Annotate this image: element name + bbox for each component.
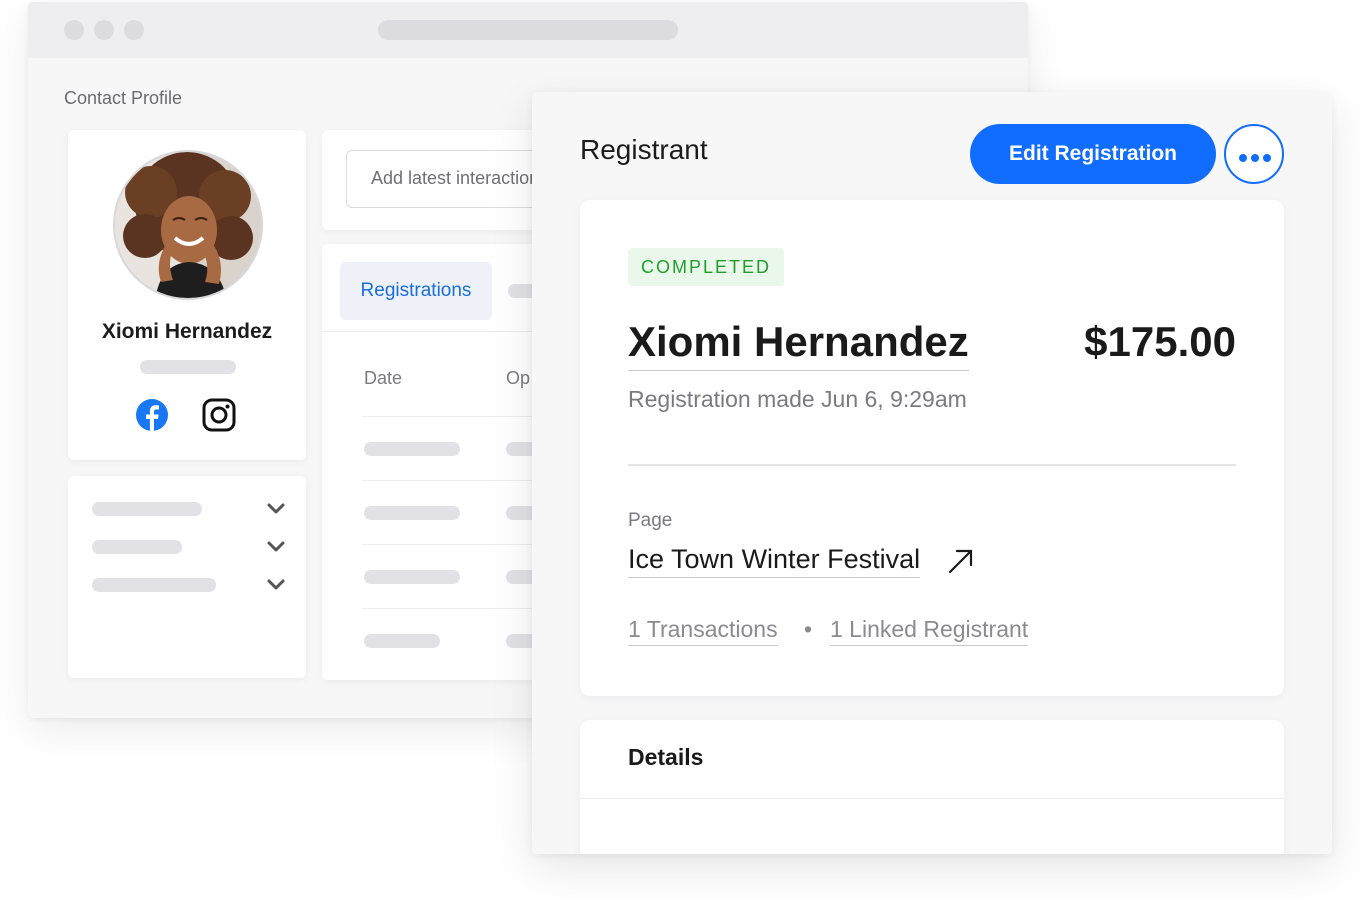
panel-title: Registrant [580, 134, 708, 165]
chevron-down-icon[interactable] [266, 578, 286, 592]
page-link[interactable]: Ice Town Winter Festival [628, 544, 921, 578]
registration-date: Registration made Jun 6, 9:29am [628, 386, 967, 412]
tab-registrations[interactable]: Registrations [340, 262, 492, 320]
registration-amount: $175.00 [1084, 318, 1236, 365]
accordion-row-placeholder [92, 578, 216, 592]
chevron-down-icon[interactable] [266, 540, 286, 554]
table-cell-placeholder [364, 506, 460, 520]
status-badge: COMPLETED [628, 248, 785, 286]
column-header-op: Op [506, 368, 531, 388]
column-header-date: Date [364, 368, 403, 388]
section-label: Contact Profile [64, 88, 183, 108]
accordion-card [68, 476, 306, 678]
profile-subtitle-placeholder [140, 360, 236, 374]
window-dot [64, 20, 84, 40]
external-link-arrow-icon[interactable] [946, 546, 976, 576]
profile-card: Xiomi Hernandez [68, 130, 306, 460]
divider [628, 464, 1236, 466]
details-title: Details [628, 744, 704, 770]
chevron-down-icon[interactable] [266, 502, 286, 516]
table-cell-placeholder [364, 442, 460, 456]
profile-name: Xiomi Hernandez [101, 320, 273, 343]
more-horizontal-icon [1238, 150, 1272, 162]
window-dot [94, 20, 114, 40]
accordion-row-placeholder [92, 502, 202, 516]
more-options-button[interactable] [1224, 124, 1284, 184]
table-cell-placeholder [364, 570, 460, 584]
instagram-icon[interactable] [202, 398, 236, 432]
table-cell-placeholder [364, 634, 440, 648]
linked-registrant-link[interactable]: 1 Linked Registrant [830, 616, 1029, 646]
registrant-name-link[interactable]: Xiomi Hernandez [628, 318, 969, 371]
address-bar-placeholder [378, 20, 678, 40]
registration-summary-card: COMPLETED Xiomi Hernandez $175.00 Regist… [580, 200, 1284, 696]
page-label: Page [628, 510, 673, 531]
avatar [113, 150, 263, 300]
edit-registration-button[interactable]: Edit Registration [970, 124, 1216, 184]
avatar-photo [115, 152, 261, 298]
window-dot [124, 20, 144, 40]
window-titlebar [28, 2, 1028, 58]
accordion-row-placeholder [92, 540, 182, 554]
registrant-panel: Registrant Edit Registration COMPLETED X… [532, 92, 1332, 854]
facebook-icon[interactable] [135, 398, 169, 432]
separator-bullet: • [804, 616, 813, 642]
details-divider [580, 798, 1284, 799]
details-card: Details [580, 720, 1284, 854]
transactions-link[interactable]: 1 Transactions [628, 616, 778, 646]
